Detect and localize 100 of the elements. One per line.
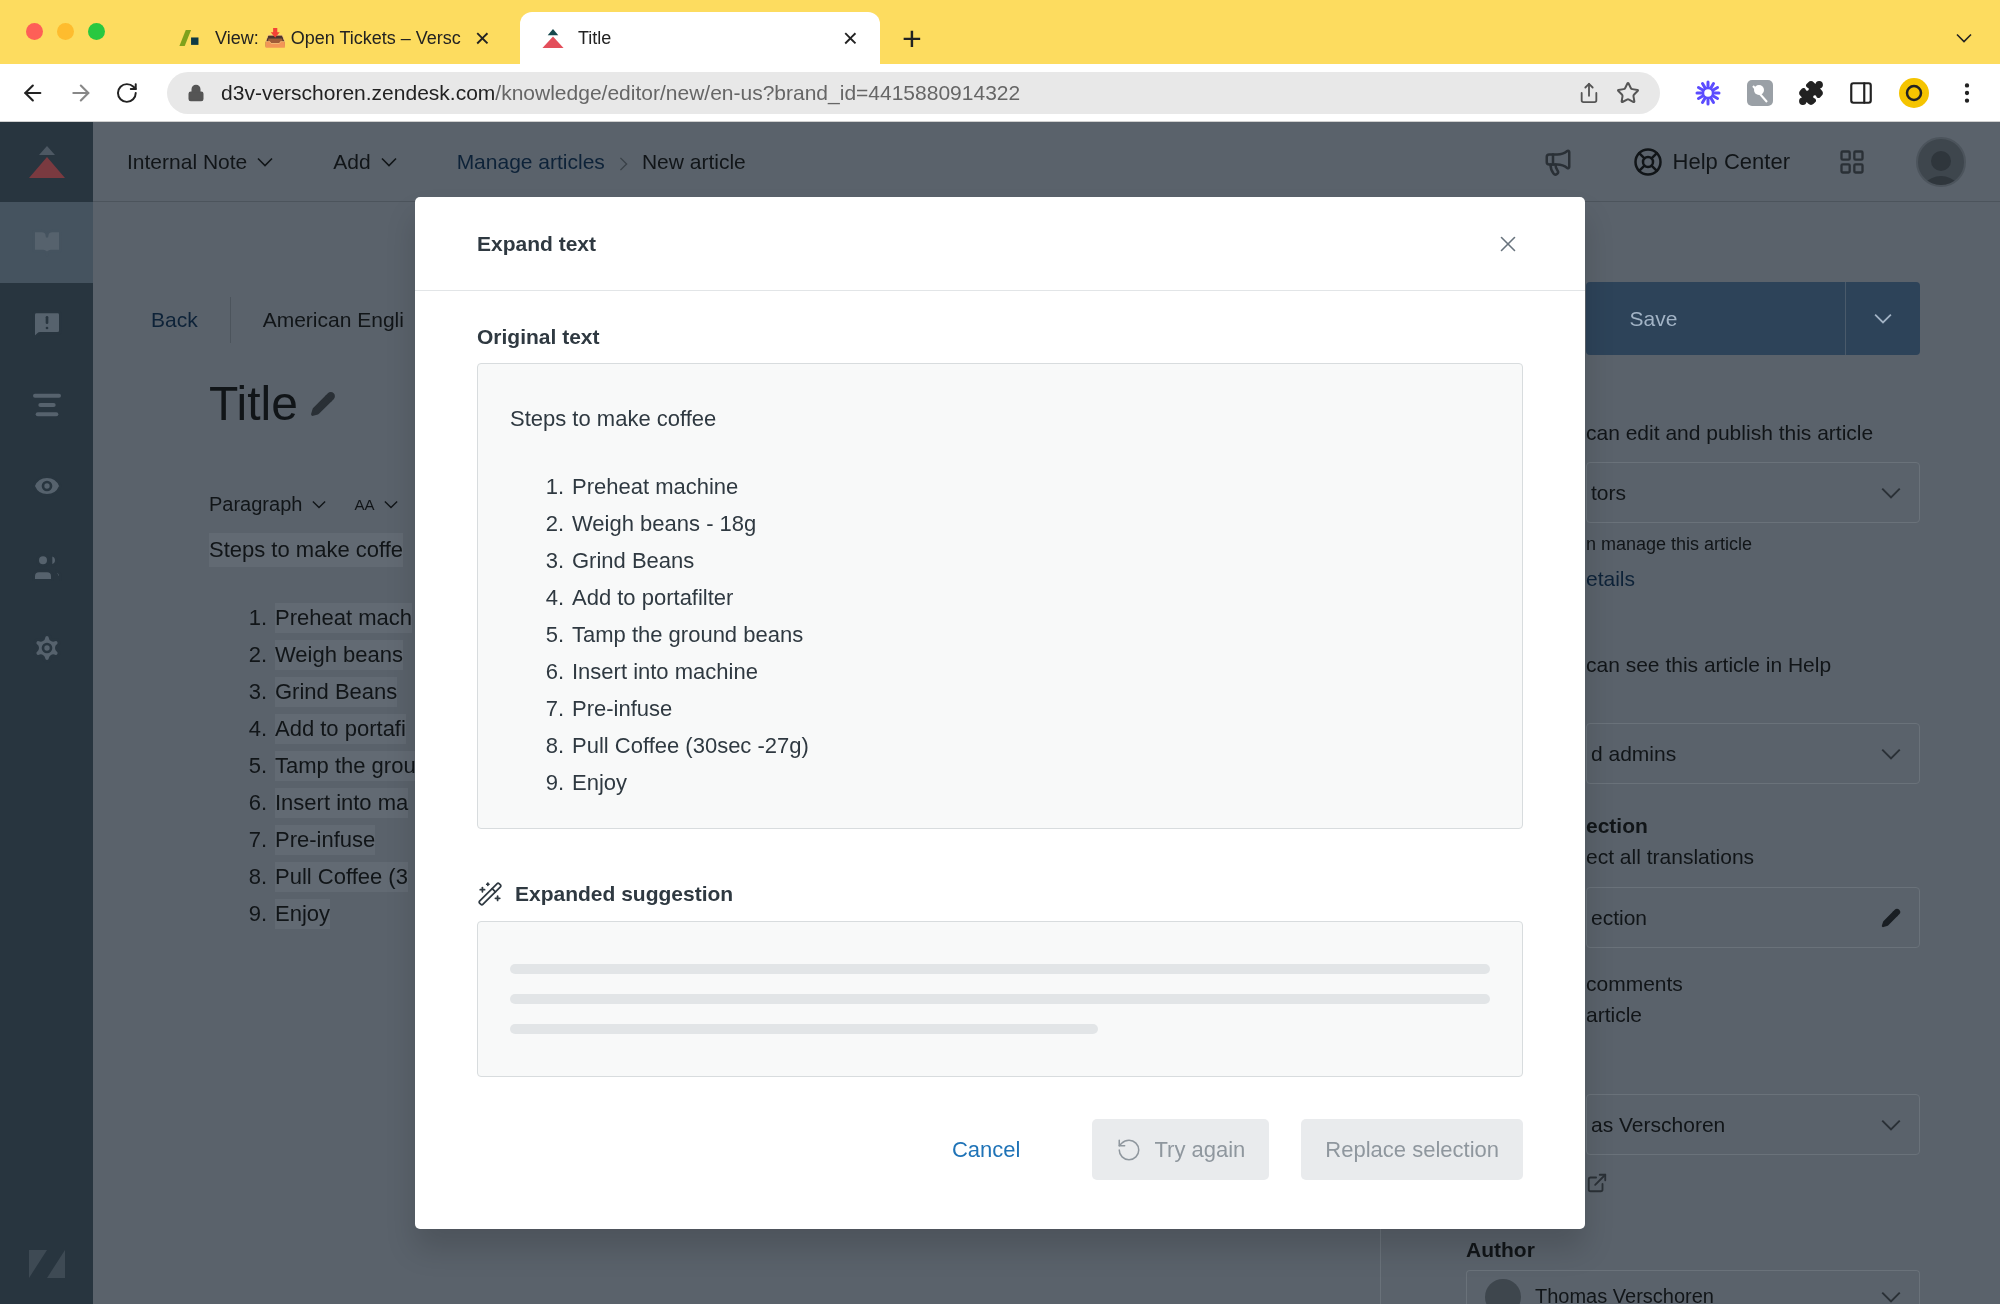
extensions-icon[interactable]: [1798, 79, 1824, 106]
list-number: 8.: [247, 863, 267, 890]
author-label: Author: [1466, 1238, 1535, 1262]
extension-icon[interactable]: [1746, 78, 1774, 107]
list-item-text: Add to portafilter: [572, 584, 734, 611]
minimize-window-button[interactable]: [57, 22, 74, 40]
help-text: ect all translations: [1586, 844, 1755, 870]
asterisk-extension-icon[interactable]: [1694, 78, 1722, 107]
nav-item[interactable]: [0, 202, 93, 283]
chevron-down-icon: [257, 156, 274, 167]
lock-icon: [187, 83, 206, 102]
breadcrumb-current: New article: [641, 149, 746, 174]
sun-extension-icon[interactable]: [1898, 76, 1930, 109]
header-menu[interactable]: Internal Note: [127, 149, 274, 174]
tab-title: Title: [577, 27, 613, 49]
list-item-text: Enjoy: [572, 769, 628, 796]
breadcrumb-link[interactable]: Manage articles: [456, 149, 605, 174]
list-item-text: Pull Coffee (3: [275, 861, 408, 892]
back-link[interactable]: Back: [151, 297, 231, 343]
list-number: 7.: [247, 826, 267, 853]
chevron-down-icon: [1874, 313, 1892, 324]
list-number: 4.: [247, 715, 267, 742]
list-number: 6.: [247, 789, 267, 816]
select-field[interactable]: as Verschoren: [1586, 1094, 1920, 1155]
tab-favicon-icon: [179, 29, 201, 47]
list-number: 5.: [247, 752, 267, 779]
tab-close-button[interactable]: ×: [842, 25, 858, 51]
section-label: Expanded suggestion: [515, 882, 734, 906]
cancel-button[interactable]: Cancel: [911, 1119, 1061, 1180]
apps-grid-icon[interactable]: [1838, 147, 1866, 176]
list-item-text: Enjoy: [275, 898, 331, 929]
logo-icon: [26, 145, 67, 179]
help-text: article: [1586, 1002, 1643, 1028]
tab-favicon-icon: [541, 28, 564, 48]
select-field[interactable]: d admins: [1586, 723, 1920, 784]
font-size-dropdown[interactable]: AA: [354, 496, 375, 513]
pencil-icon[interactable]: [309, 390, 336, 417]
list-item-text: Tamp the grou: [275, 750, 416, 781]
chevron-down-icon: [1881, 747, 1901, 760]
original-paragraph: Steps to make coffee: [510, 406, 718, 432]
language-label: American Engli: [261, 308, 404, 332]
help-text: comments: [1586, 971, 1683, 997]
chevron-down-icon: [312, 500, 327, 509]
list-item-text: Grind Beans: [275, 676, 398, 707]
external-link-icon[interactable]: [1586, 1172, 1608, 1194]
reload-icon[interactable]: [115, 80, 140, 105]
article-title[interactable]: Title: [209, 376, 298, 431]
bookmark-star-icon[interactable]: [1616, 80, 1640, 105]
new-tab-button[interactable]: +: [901, 12, 922, 64]
list-item-text: Pre-infuse: [275, 824, 376, 855]
address-bar[interactable]: d3v-verschoren.zendesk.com/knowledge/editor/new/en-us?brand_id=4415880914322: [167, 71, 1660, 114]
list-number: 3.: [247, 678, 267, 705]
list-number: 6.: [544, 658, 564, 685]
side-panel-icon[interactable]: [1848, 79, 1874, 106]
list-number: 9.: [247, 900, 267, 927]
chevron-down-icon: [1881, 486, 1901, 499]
save-button[interactable]: Save: [1586, 282, 1920, 355]
header-menu[interactable]: Add: [333, 149, 397, 174]
share-icon[interactable]: [1578, 81, 1600, 104]
list-item-text: Grind Beans: [572, 547, 695, 574]
section-field[interactable]: ection: [1586, 887, 1920, 948]
zoom-window-button[interactable]: [88, 22, 105, 40]
list-item-text: Weigh beans - 18g: [572, 510, 757, 537]
details-link[interactable]: etails: [1586, 565, 1636, 593]
list-item-text: Pre-infuse: [572, 695, 673, 722]
tab-list-icon[interactable]: [1956, 33, 1972, 43]
list-item-text: Weigh beans: [275, 639, 403, 670]
list-number: 1.: [247, 604, 267, 631]
chevron-down-icon: [1881, 1291, 1901, 1303]
list-item-text: Add to portafi: [275, 713, 406, 744]
list-number: 2.: [247, 641, 267, 668]
list-item-text: Insert into machine: [572, 658, 758, 685]
list-item-text: Pull Coffee (30sec -27g): [572, 732, 809, 759]
author-select[interactable]: Thomas Verschoren: [1466, 1270, 1920, 1304]
section-label: Original text: [477, 325, 600, 349]
list-number: 5.: [544, 621, 564, 648]
close-window-button[interactable]: [26, 22, 43, 40]
browser-tab[interactable]: Title ×: [519, 12, 880, 64]
list-number: 2.: [544, 510, 564, 537]
paragraph-dropdown[interactable]: Paragraph: [209, 493, 327, 516]
browser-tab[interactable]: View: 📥 Open Tickets – Versc ×: [157, 12, 512, 64]
chevron-down-icon: [380, 156, 397, 167]
author-name: Thomas Verschoren: [1535, 1284, 1715, 1304]
pencil-icon: [1881, 907, 1901, 928]
help-center-link[interactable]: Help Center: [1632, 146, 1790, 177]
chevron-down-icon: [1881, 1118, 1901, 1131]
list-number: 8.: [544, 732, 564, 759]
list-item-text: Tamp the ground beans: [572, 621, 804, 648]
select-field[interactable]: tors: [1586, 462, 1920, 523]
list-number: 7.: [544, 695, 564, 722]
user-avatar[interactable]: [1916, 136, 1966, 187]
dialog-title: Expand text: [477, 231, 597, 256]
list-number: 3.: [544, 547, 564, 574]
tab-close-button[interactable]: ×: [474, 25, 490, 51]
list-item-text: Preheat machine: [572, 473, 739, 500]
help-text: can see this article in Help: [1586, 652, 1832, 678]
chevron-down-icon: [384, 500, 399, 509]
list-number: 1.: [544, 473, 564, 500]
tab-title: View: 📥 Open Tickets – Versc: [215, 27, 461, 49]
lifebuoy-icon: [1632, 146, 1663, 177]
